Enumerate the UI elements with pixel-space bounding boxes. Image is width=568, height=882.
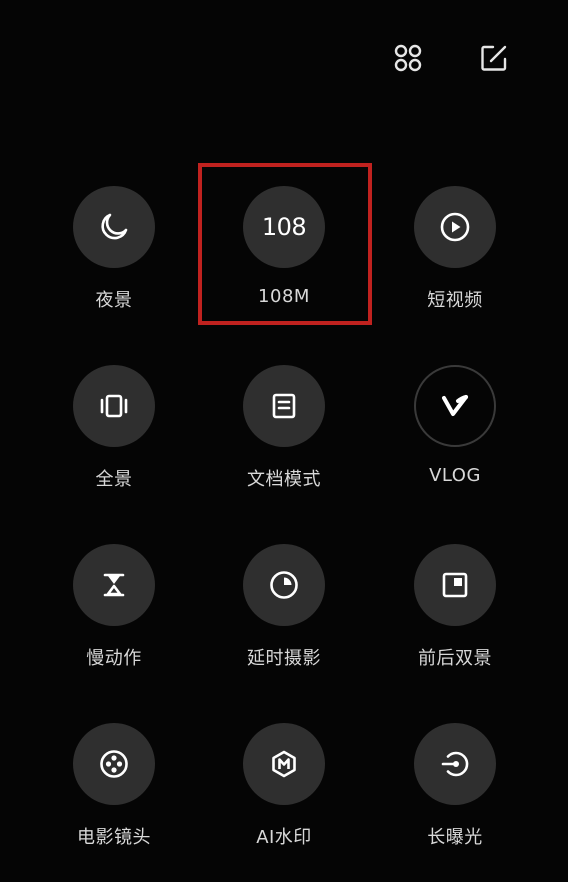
mode-108m[interactable]: 108 108M	[199, 186, 369, 326]
mode-panorama-button[interactable]	[73, 365, 155, 447]
mode-label: 前后双景	[418, 648, 492, 669]
edit-button[interactable]	[476, 40, 512, 76]
film-reel-icon	[100, 750, 128, 778]
mode-label: 短视频	[427, 290, 483, 311]
mode-slow-motion-button[interactable]	[73, 544, 155, 626]
mode-label: AI水印	[256, 827, 312, 848]
mode-timelapse-button[interactable]	[243, 544, 325, 626]
mode-label: 文档模式	[247, 469, 321, 490]
mode-dual-view[interactable]: 前后双景	[370, 544, 540, 684]
grid-four-dots-icon	[394, 44, 422, 72]
mode-slow-motion[interactable]: 慢动作	[29, 544, 199, 684]
grid-view-button[interactable]	[390, 40, 426, 76]
mode-ai-watermark[interactable]: AI水印	[199, 723, 369, 863]
ai-watermark-icon	[272, 750, 296, 778]
mode-label: 延时摄影	[247, 648, 321, 669]
mode-label: 108M	[258, 286, 310, 307]
mode-night-button[interactable]	[73, 186, 155, 268]
moon-icon	[101, 213, 128, 240]
top-toolbar	[390, 40, 512, 76]
vlog-v-icon	[442, 395, 468, 416]
mode-label: 长曝光	[427, 827, 483, 848]
mode-short-video-button[interactable]	[414, 186, 496, 268]
108-text-icon: 108	[261, 213, 307, 241]
mode-short-video[interactable]: 短视频	[370, 186, 540, 326]
hourglass-icon	[103, 573, 125, 597]
mode-long-exposure-button[interactable]	[414, 723, 496, 805]
edit-square-icon	[481, 45, 507, 71]
mode-label: 夜景	[95, 290, 133, 311]
play-circle-icon	[440, 212, 470, 242]
mode-label: 慢动作	[86, 648, 142, 669]
document-icon	[272, 393, 296, 419]
mode-panorama[interactable]: 全景	[29, 365, 199, 505]
mode-vlog-button[interactable]	[414, 365, 496, 447]
long-exposure-icon	[441, 751, 469, 777]
panorama-icon	[100, 394, 128, 418]
mode-vlog[interactable]: VLOG	[370, 365, 540, 505]
mode-document[interactable]: 文档模式	[199, 365, 369, 505]
mode-document-button[interactable]	[243, 365, 325, 447]
mode-dual-view-button[interactable]	[414, 544, 496, 626]
mode-label: 电影镜头	[77, 827, 151, 848]
mode-night[interactable]: 夜景	[29, 186, 199, 326]
mode-movie-button[interactable]	[73, 723, 155, 805]
mode-label: 全景	[95, 469, 133, 490]
mode-108m-button[interactable]: 108	[243, 186, 325, 268]
mode-timelapse[interactable]: 延时摄影	[199, 544, 369, 684]
timelapse-icon	[270, 571, 298, 599]
mode-movie[interactable]: 电影镜头	[29, 723, 199, 863]
dual-view-icon	[442, 572, 468, 598]
mode-label: VLOG	[429, 465, 481, 486]
mode-ai-watermark-button[interactable]	[243, 723, 325, 805]
mode-long-exposure[interactable]: 长曝光	[370, 723, 540, 863]
